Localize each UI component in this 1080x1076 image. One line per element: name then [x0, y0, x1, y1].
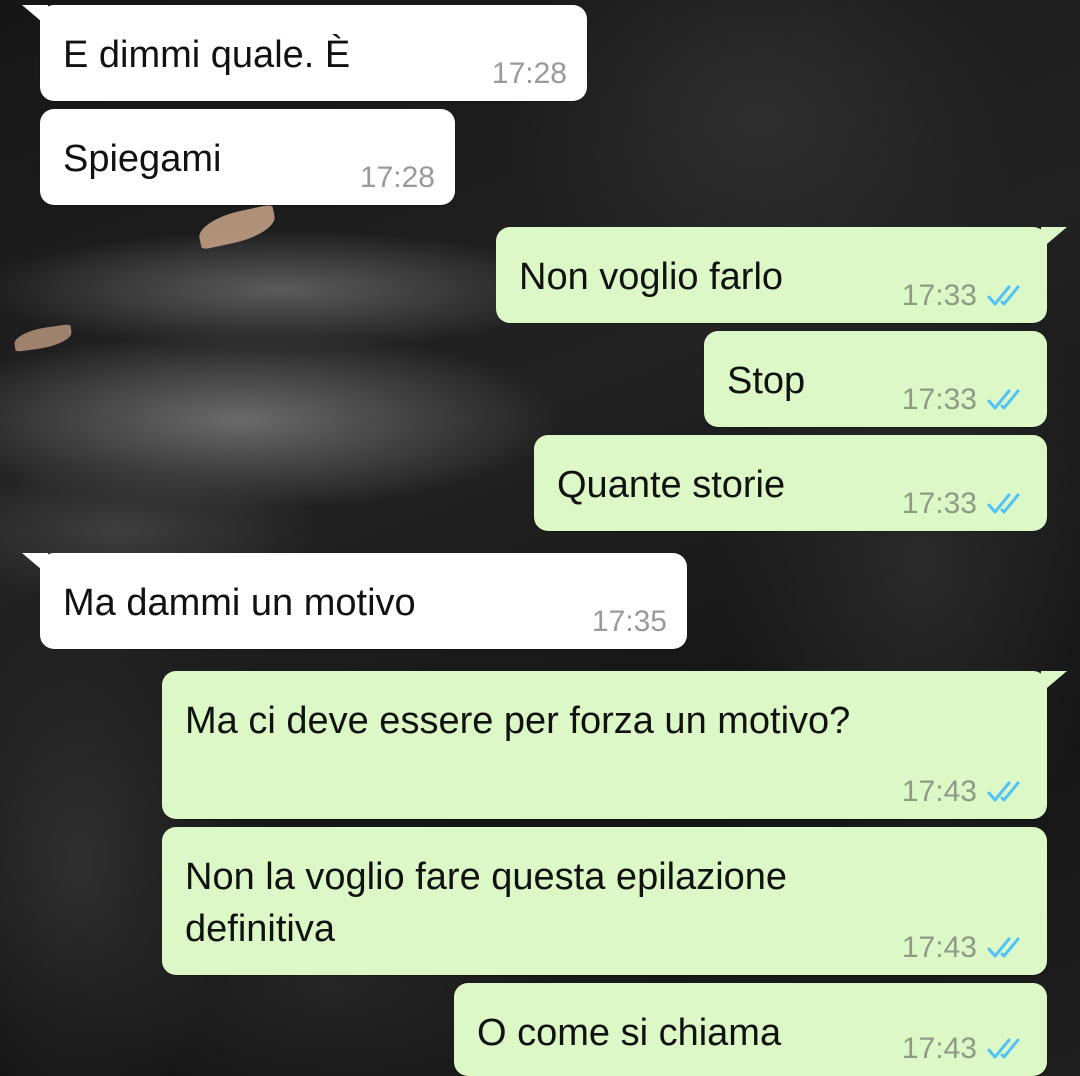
message-meta: 17:28: [360, 161, 435, 195]
read-ticks-icon: [987, 389, 1020, 410]
read-ticks-icon: [987, 781, 1020, 802]
incoming-message-bubble[interactable]: Ma dammi un motivo 17:35: [22, 553, 687, 649]
message-meta: 17:33: [902, 487, 1027, 521]
message-time: 17:35: [591, 605, 667, 638]
message-meta: 17:43: [902, 1032, 1027, 1066]
message-time: 17:33: [901, 279, 977, 312]
message-meta: 17:35: [592, 605, 667, 639]
message-time: 17:33: [901, 383, 977, 416]
message-time: 17:28: [491, 57, 567, 90]
outgoing-message-bubble[interactable]: Stop 17:33: [704, 331, 1047, 427]
message-text: Non la voglio fare questa epilazione def…: [185, 856, 788, 950]
read-ticks-icon: [987, 1038, 1020, 1059]
outgoing-message-bubble[interactable]: Quante storie 17:33: [534, 435, 1047, 531]
outgoing-message-bubble[interactable]: Ma ci deve essere per forza un motivo? 1…: [162, 671, 1067, 819]
message-time: 17:33: [901, 487, 977, 520]
message-meta: 17:28: [492, 57, 567, 91]
outgoing-message-bubble[interactable]: Non voglio farlo 17:33: [496, 227, 1067, 323]
message-text: Ma dammi un motivo: [63, 582, 416, 624]
outgoing-message-bubble[interactable]: O come si chiama 17:43: [454, 983, 1047, 1076]
leaf-decoration: [195, 204, 279, 250]
incoming-message-bubble[interactable]: Spiegami 17:28: [40, 109, 455, 205]
message-meta: 17:33: [902, 383, 1027, 417]
message-text: E dimmi quale. È: [63, 34, 351, 76]
message-text: Ma ci deve essere per forza un motivo?: [185, 700, 851, 742]
read-ticks-icon: [987, 285, 1020, 306]
message-time: 17:28: [359, 161, 435, 194]
read-ticks-icon: [987, 493, 1020, 514]
leaf-decoration: [12, 324, 74, 352]
message-meta: 17:33: [902, 279, 1027, 313]
message-time: 17:43: [901, 1032, 977, 1065]
incoming-message-bubble[interactable]: E dimmi quale. È 17:28: [22, 5, 587, 101]
message-time: 17:43: [901, 931, 977, 964]
message-time: 17:43: [901, 775, 977, 808]
read-ticks-icon: [987, 937, 1020, 958]
message-meta: 17:43: [902, 775, 1027, 809]
outgoing-message-bubble[interactable]: Non la voglio fare questa epilazione def…: [162, 827, 1047, 975]
message-meta: 17:43: [902, 931, 1027, 965]
